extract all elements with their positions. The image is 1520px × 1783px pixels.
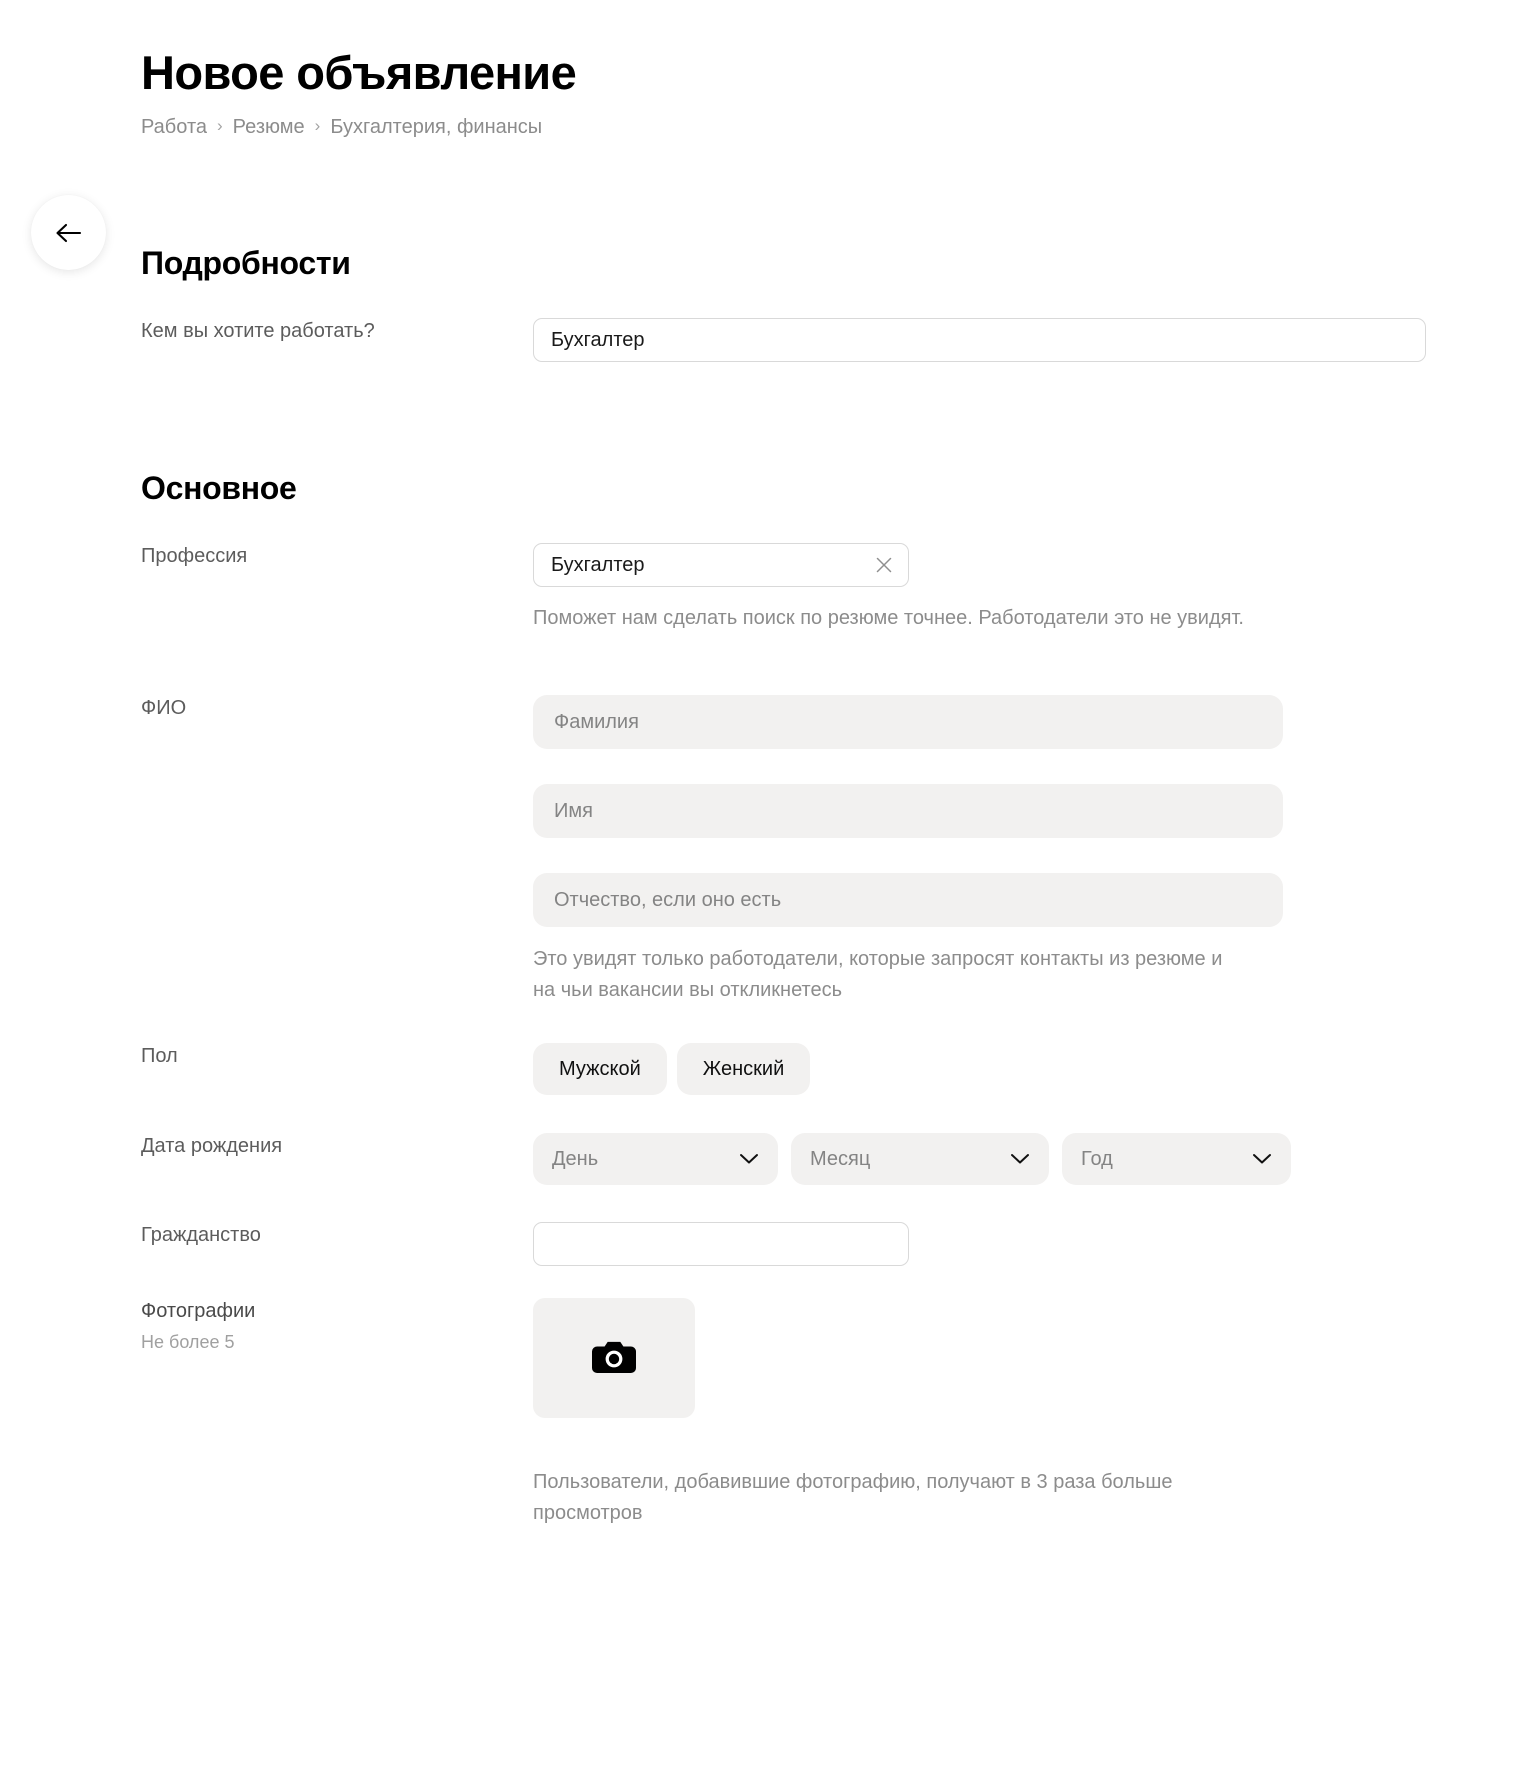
- birth-date-selects: День Месяц Год: [533, 1133, 1291, 1185]
- birth-year-value: Год: [1081, 1147, 1113, 1170]
- field-label-gender: Пол: [141, 1045, 178, 1067]
- field-label-citizenship: Гражданство: [141, 1224, 261, 1246]
- gender-option-female[interactable]: Женский: [676, 1043, 811, 1095]
- birth-day-select[interactable]: День: [533, 1133, 778, 1185]
- gender-options: Мужской Женский: [533, 1043, 811, 1095]
- chevron-down-icon: [1252, 1153, 1272, 1165]
- first-name-input[interactable]: [533, 784, 1283, 838]
- photo-upload-button[interactable]: [533, 1298, 695, 1418]
- close-icon[interactable]: [873, 554, 895, 576]
- birth-day-value: День: [552, 1147, 599, 1170]
- photos-helper-text: Пользователи, добавившие фотографию, пол…: [533, 1471, 1173, 1524]
- gender-option-male[interactable]: Мужской: [533, 1043, 667, 1095]
- page-title: Новое объявление: [141, 46, 577, 99]
- breadcrumb-separator-icon: ›: [217, 116, 223, 135]
- back-button[interactable]: [31, 195, 106, 270]
- chevron-down-icon: [739, 1153, 759, 1165]
- surname-input[interactable]: [533, 695, 1283, 749]
- breadcrumb: Работа › Резюме › Бухгалтерия, финансы: [141, 114, 576, 140]
- full-name-helper-text: Это увидят только работодатели, которые …: [533, 948, 1223, 1001]
- breadcrumb-item-rabota[interactable]: Работа: [141, 114, 207, 140]
- patronymic-input[interactable]: [533, 873, 1283, 927]
- page-header: Новое объявление Работа › Резюме › Бухга…: [141, 45, 577, 140]
- breadcrumb-item-rezume[interactable]: Резюме: [233, 114, 305, 140]
- section-title-main: Основное: [141, 470, 297, 506]
- birth-year-select[interactable]: Год: [1062, 1133, 1291, 1185]
- breadcrumb-item-category[interactable]: Бухгалтерия, финансы: [330, 114, 542, 140]
- photos-sublabel-text: Не более 5: [141, 1332, 235, 1352]
- profession-input[interactable]: [533, 543, 909, 587]
- arrow-left-icon: [54, 221, 84, 245]
- birth-month-select[interactable]: Месяц: [791, 1133, 1049, 1185]
- photos-label-text: Фотографии: [141, 1300, 256, 1322]
- field-label-profession: Профессия: [141, 545, 248, 567]
- field-label-birth-date: Дата рождения: [141, 1135, 283, 1157]
- field-label-full-name: ФИО: [141, 697, 187, 719]
- camera-icon: [591, 1337, 637, 1380]
- job-question-input[interactable]: [533, 318, 1426, 362]
- citizenship-input[interactable]: [533, 1222, 909, 1266]
- breadcrumb-separator-icon: ›: [314, 116, 321, 135]
- new-listing-page: Новое объявление Работа › Резюме › Бухга…: [0, 0, 1520, 1783]
- profession-input-wrap: [533, 543, 909, 587]
- section-title-details: Подробности: [141, 245, 351, 281]
- birth-month-value: Месяц: [810, 1147, 871, 1170]
- profession-helper-text: Поможет нам сделать поиск по резюме точн…: [533, 607, 1244, 629]
- field-label-photos: Фотографии Не более 5: [141, 1298, 521, 1354]
- field-label-job-question: Кем вы хотите работать?: [141, 320, 375, 342]
- chevron-down-icon: [1010, 1153, 1030, 1165]
